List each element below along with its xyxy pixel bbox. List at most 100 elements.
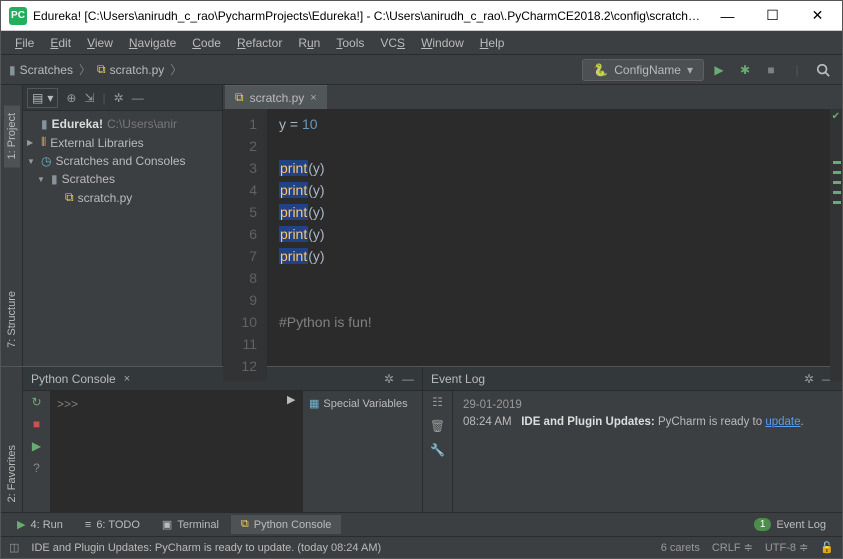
line-number: 10 (227, 311, 257, 333)
debug-button[interactable]: ✱ (734, 59, 756, 81)
menu-edit[interactable]: Edit (42, 34, 79, 52)
stop-icon[interactable]: ■ (33, 417, 40, 431)
project-panel: ▤ ▾ ⊕ ⇲ | ✲ — ▮ Edureka! C:\Users\anir ▶… (23, 85, 223, 366)
python-file-icon: ⧉ (97, 62, 106, 77)
line-number: 1 (227, 113, 257, 135)
encoding-status[interactable]: UTF-8 ≑ (765, 541, 808, 554)
code-arg: (y) (308, 248, 324, 264)
line-number: 11 (227, 333, 257, 355)
editor-area: ⧉ scratch.py × 1 2 3 4 5 6 7 8 9 10 11 1… (223, 85, 842, 366)
filter-icon[interactable]: ☷ (432, 395, 443, 409)
close-tab-icon[interactable]: × (310, 92, 316, 104)
line-sep-status[interactable]: CRLF ≑ (712, 541, 753, 554)
menu-window[interactable]: Window (413, 34, 472, 52)
menu-tools[interactable]: Tools (328, 34, 372, 52)
lock-icon[interactable]: 🔓 (820, 541, 834, 554)
line-number: 8 (227, 267, 257, 289)
run-button[interactable]: ▶ (708, 59, 730, 81)
tree-scratches-label: Scratches (62, 172, 115, 186)
breadcrumb-file[interactable]: ⧉ scratch.py (97, 62, 164, 77)
search-icon (816, 63, 830, 77)
error-stripe[interactable]: ✔ (830, 109, 842, 381)
settings-icon[interactable]: 🔧 (430, 443, 445, 457)
tree-scratches-folder[interactable]: ▼▮ Scratches (23, 170, 222, 188)
console-prompt: >>> (57, 397, 78, 411)
bottom-tab-console[interactable]: ⧉Python Console (231, 515, 342, 534)
search-everywhere-button[interactable] (812, 59, 834, 81)
minimize-button[interactable]: — (705, 2, 750, 30)
divider: | (786, 59, 808, 81)
hide-icon[interactable]: — (132, 91, 144, 105)
code-arg: (y) (308, 204, 324, 220)
menu-bar: File Edit View Navigate Code Refactor Ru… (1, 31, 842, 55)
bottom-tab-eventlog[interactable]: 1 Event Log (744, 515, 836, 534)
caret-status[interactable]: 6 carets (661, 542, 700, 554)
menu-help[interactable]: Help (472, 34, 513, 52)
execute-icon[interactable]: ▶ (32, 439, 41, 453)
inspection-ok-icon: ✔ (832, 111, 840, 122)
event-head: IDE and Plugin Updates: (521, 416, 655, 428)
code-op: = (286, 116, 302, 132)
project-tool-tab[interactable]: 1: Project (4, 105, 20, 167)
code-arg: (y) (308, 226, 324, 242)
tab-label: Python Console (254, 519, 332, 531)
collapse-icon[interactable]: ⇲ (84, 91, 94, 105)
structure-tool-tab[interactable]: 7: Structure (4, 283, 20, 356)
menu-refactor[interactable]: Refactor (229, 34, 290, 52)
maximize-button[interactable]: ☐ (750, 2, 795, 30)
event-time: 08:24 AM (463, 416, 512, 428)
change-mark[interactable] (833, 161, 841, 164)
console-side-toolbar: ↻ ■ ▶ ? (23, 391, 51, 512)
bottom-tab-todo[interactable]: ≡6: TODO (75, 516, 150, 534)
stop-button[interactable]: ■ (760, 59, 782, 81)
change-mark[interactable] (833, 171, 841, 174)
code-content[interactable]: y = 10 print(y)print(y)print(y)print(y)p… (267, 109, 830, 381)
tree-external-libs[interactable]: ▶⦀ External Libraries (23, 133, 222, 152)
menu-view[interactable]: View (79, 34, 121, 52)
scratches-icon: ◷ (41, 154, 51, 168)
menu-code[interactable]: Code (184, 34, 229, 52)
editor-tabs: ⧉ scratch.py × (223, 85, 842, 109)
tree-sc-label: Scratches and Consoles (55, 154, 185, 168)
event-log-content: 29-01-2019 08:24 AM IDE and Plugin Updat… (453, 391, 842, 512)
project-view-selector[interactable]: ▤ ▾ (27, 88, 58, 108)
tree-scratches-consoles[interactable]: ▼◷ Scratches and Consoles (23, 152, 222, 170)
tree-root[interactable]: ▮ Edureka! C:\Users\anir (23, 115, 222, 133)
menu-run[interactable]: Run (290, 34, 328, 52)
help-icon[interactable]: ? (33, 461, 40, 475)
bottom-tab-run[interactable]: ▶4: Run (7, 515, 73, 534)
change-mark[interactable] (833, 181, 841, 184)
gear-icon[interactable]: ✲ (114, 91, 124, 105)
clear-icon[interactable]: 🗑 (430, 419, 445, 433)
tool-window-toggle-icon[interactable]: ◫ (9, 541, 19, 554)
line-number: 5 (227, 201, 257, 223)
navigation-bar: ▮ Scratches 〉 ⧉ scratch.py 〉 🐍 ConfigNam… (1, 55, 842, 85)
tree-file-scratch[interactable]: ⧉ scratch.py (23, 188, 222, 207)
favorites-tool-tab[interactable]: 2: Favorites (4, 439, 20, 508)
tree-root-path: C:\Users\anir (107, 117, 177, 131)
locate-icon[interactable]: ⊕ (66, 91, 76, 105)
event-badge: 1 (754, 518, 772, 531)
editor-tab-scratch[interactable]: ⧉ scratch.py × (225, 85, 327, 109)
breadcrumb-folder[interactable]: ▮ Scratches (9, 63, 73, 77)
menu-file[interactable]: File (7, 34, 42, 52)
breadcrumb-folder-label: Scratches (20, 63, 73, 77)
line-number: 7 (227, 245, 257, 267)
run-config-selector[interactable]: 🐍 ConfigName ▾ (582, 59, 704, 81)
console-output[interactable]: >>> (51, 391, 302, 512)
menu-vcs[interactable]: VCS (372, 34, 413, 52)
rerun-icon[interactable]: ↻ (31, 395, 41, 409)
variables-icon: ▦ (309, 397, 319, 410)
change-mark[interactable] (833, 191, 841, 194)
close-button[interactable]: ✕ (795, 2, 840, 30)
folder-icon: ▮ (9, 63, 16, 77)
project-icon: ▤ (32, 91, 43, 105)
bottom-tab-terminal[interactable]: ▣Terminal (152, 515, 229, 534)
update-link[interactable]: update (765, 416, 800, 428)
change-mark[interactable] (833, 201, 841, 204)
folder-icon: ▮ (51, 172, 58, 186)
code-editor[interactable]: 1 2 3 4 5 6 7 8 9 10 11 12 y = 10 print(… (223, 109, 842, 381)
close-icon[interactable]: × (124, 373, 130, 385)
special-variables-row[interactable]: ▶ ▦ Special Variables (307, 395, 418, 412)
menu-navigate[interactable]: Navigate (121, 34, 184, 52)
